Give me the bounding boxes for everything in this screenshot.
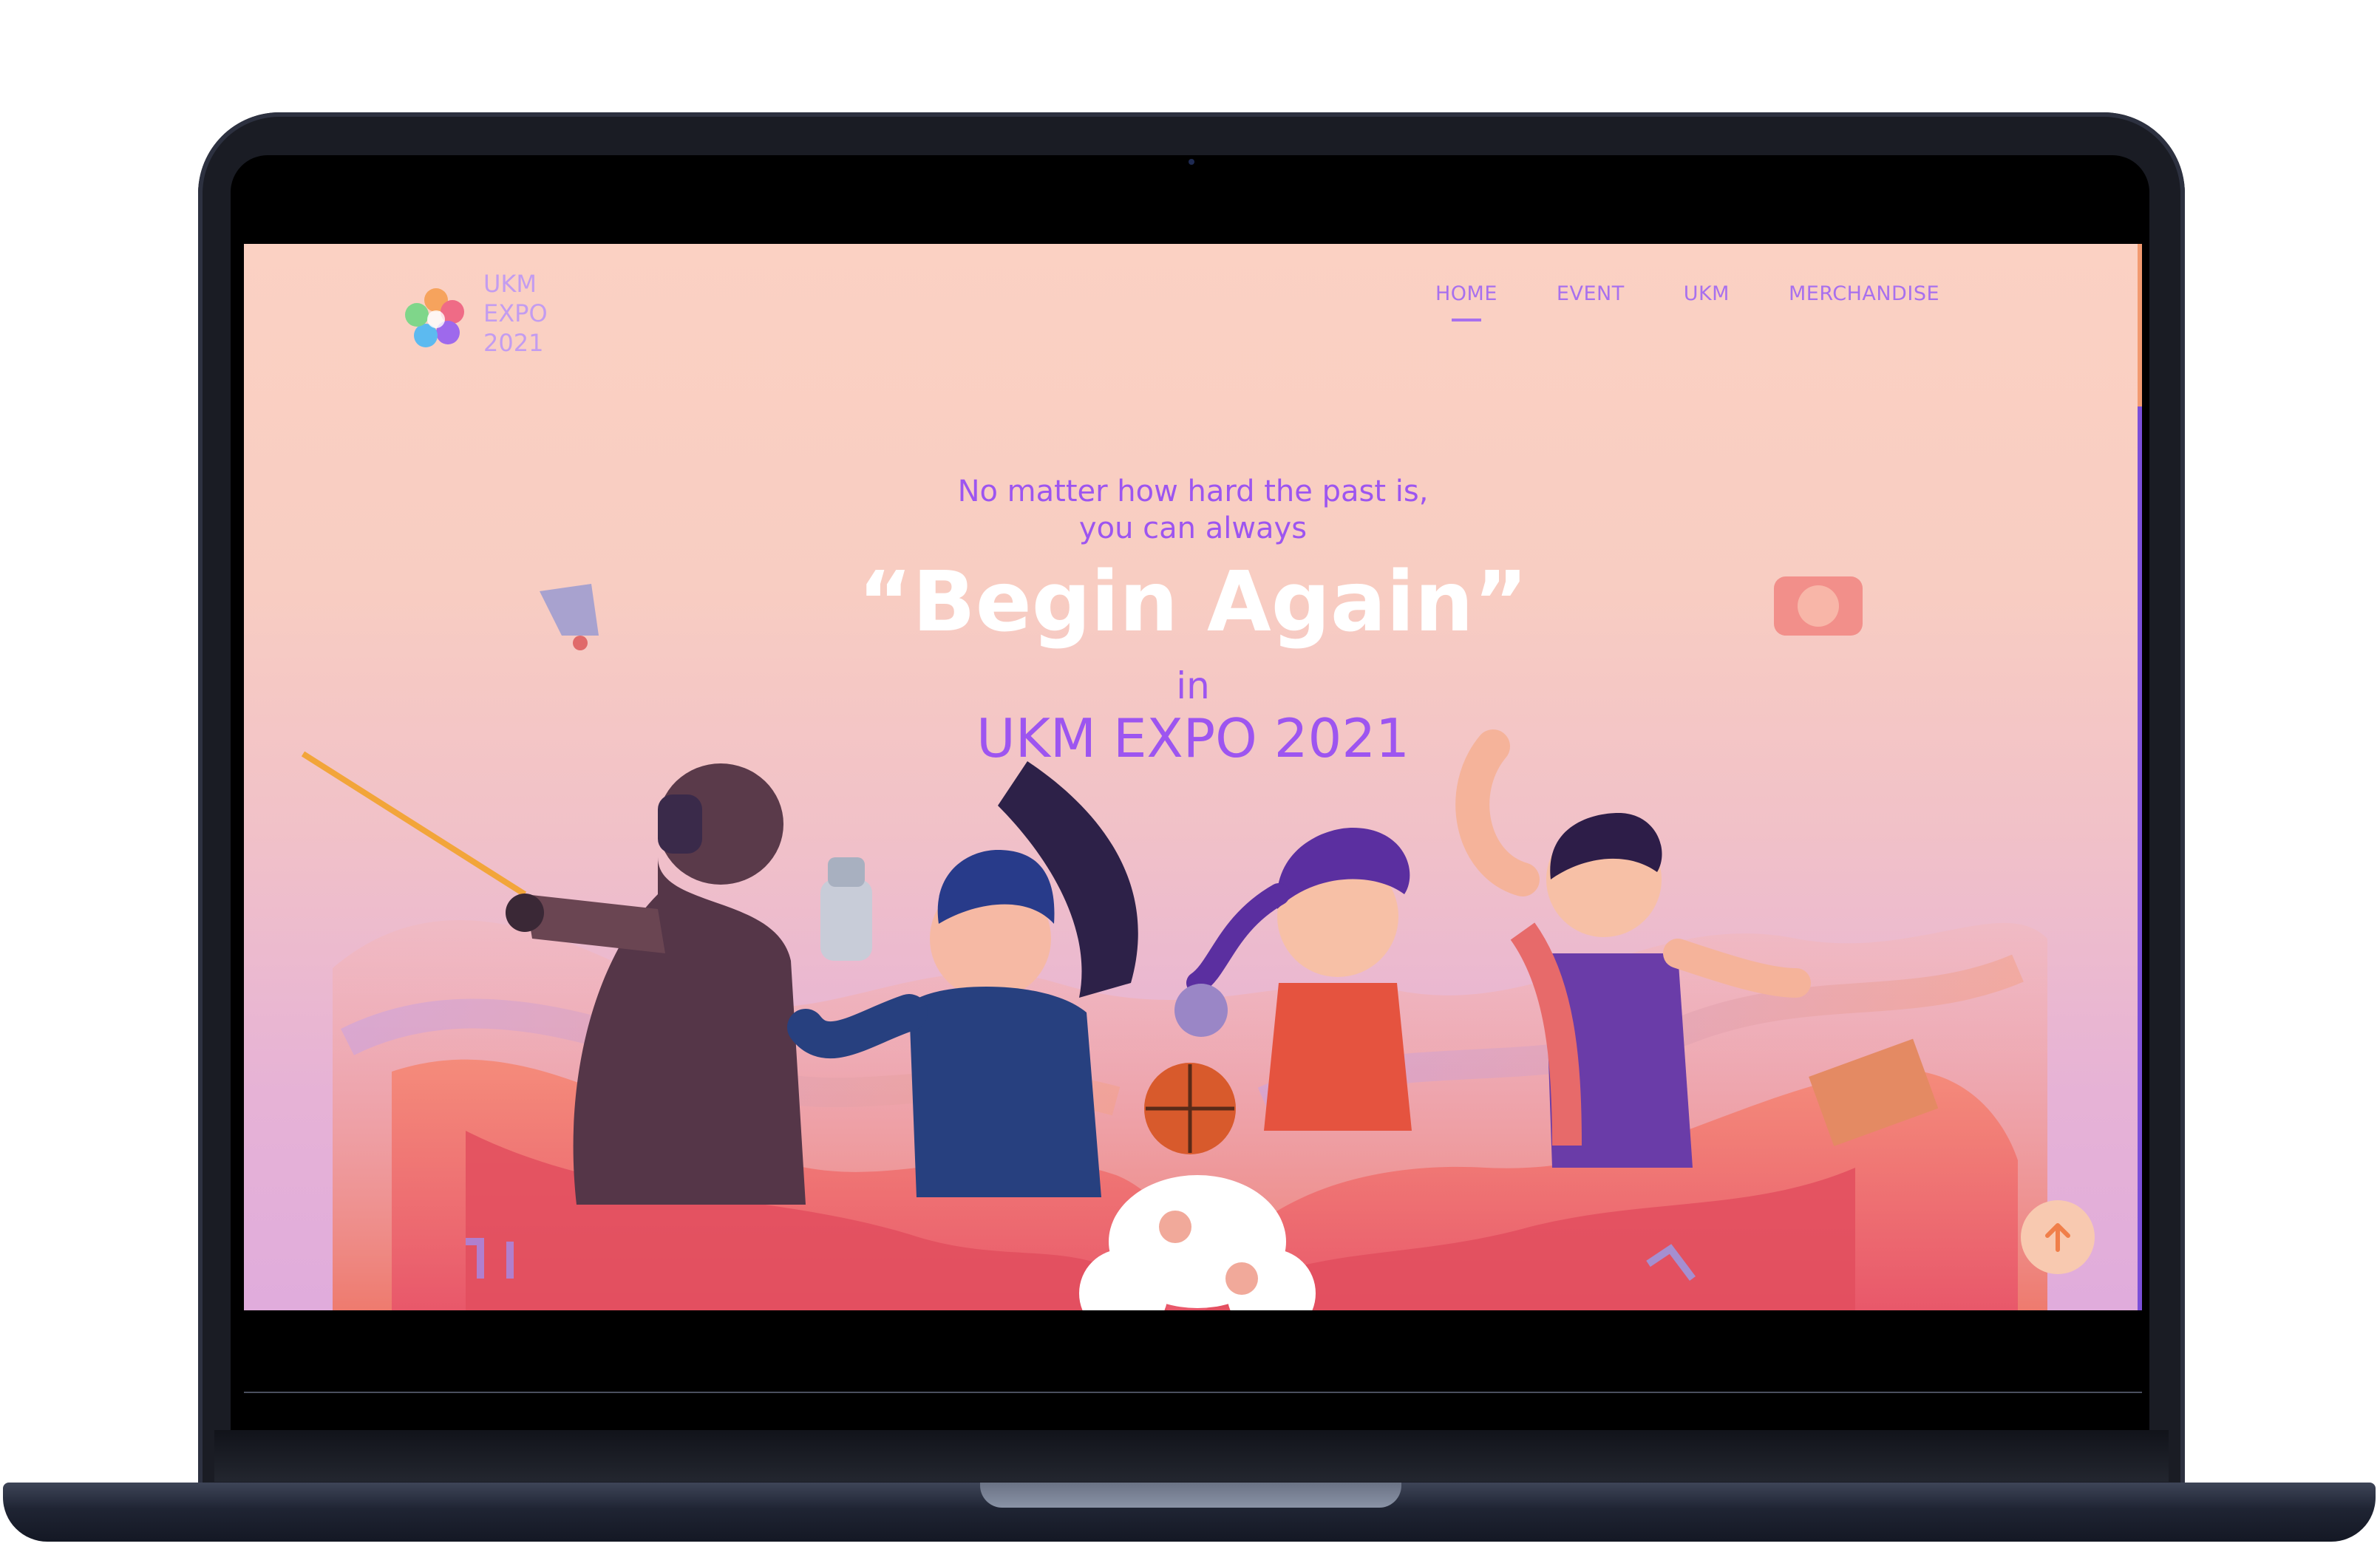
site-logo[interactable]: UKM EXPO 2021 (402, 259, 579, 357)
nav-merchandise[interactable]: MERCHANDISE (1789, 282, 1939, 305)
website-viewport: UKM EXPO 2021 HOME EVENT UKM MERCHANDISE… (244, 244, 2142, 1310)
hero-tagline: No matter how hard the past is, you can … (244, 473, 2142, 547)
logo-line-3: 2021 (483, 329, 544, 357)
tagline-line-1: No matter how hard the past is, (957, 474, 1429, 508)
hero-headline: “Begin Again” (857, 554, 1529, 650)
back-to-top-button[interactable] (2021, 1200, 2095, 1274)
screen-edge (244, 1392, 2142, 1393)
camera-icon (1189, 159, 1194, 165)
nav-home[interactable]: HOME (1435, 282, 1497, 321)
laptop-base-notch (980, 1483, 1401, 1508)
tagline-line-2: you can always (1078, 511, 1308, 545)
logo-line-1: UKM (483, 270, 537, 298)
logo-line-2: EXPO (483, 299, 548, 327)
arrow-up-icon (2045, 1223, 2070, 1252)
logo-wordmark: UKM EXPO 2021 (483, 269, 548, 358)
scrollbar-thumb[interactable] (2138, 244, 2142, 406)
laptop-hinge (214, 1430, 2169, 1482)
hero-illustration (301, 576, 2047, 1310)
hero-event-name: UKM EXPO 2021 (976, 707, 1410, 769)
hero-connector: in (1176, 664, 1210, 707)
nav-event[interactable]: EVENT (1557, 282, 1625, 305)
flower-logo-icon (405, 288, 464, 347)
nav-ukm[interactable]: UKM (1684, 282, 1730, 305)
main-nav: HOME EVENT UKM MERCHANDISE (1435, 282, 1939, 321)
